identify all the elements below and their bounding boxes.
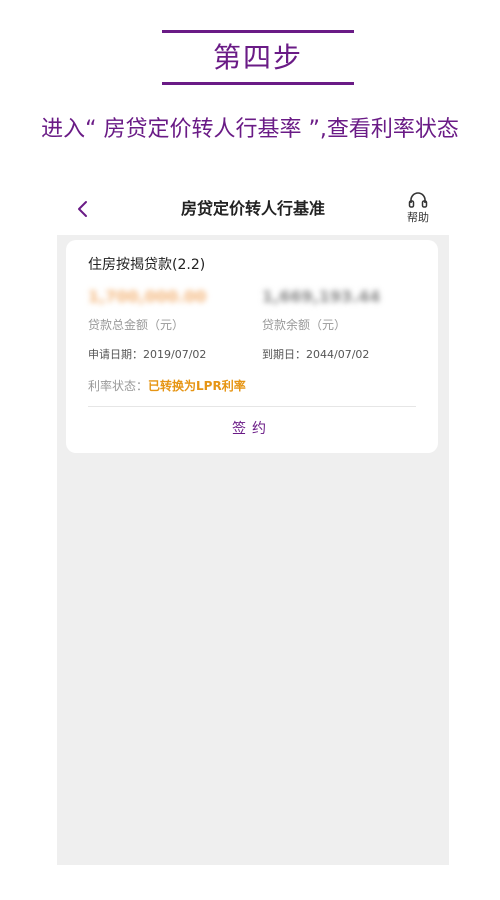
help-label: 帮助 bbox=[407, 211, 429, 224]
sign-button[interactable]: 签约 bbox=[66, 414, 438, 444]
nav-title: 房贷定价转人行基准 bbox=[180, 199, 325, 218]
due-date: 到期日：2044/07/02 bbox=[262, 347, 369, 363]
total-amount-label: 贷款总金额（元） bbox=[88, 318, 185, 332]
headset-icon bbox=[408, 192, 428, 208]
instruction-text: 进入“ 房贷定价转人行基率 ”,查看利率状态 bbox=[41, 117, 459, 142]
step-bottom-rule bbox=[162, 82, 354, 85]
app-screenshot: 房贷定价转人行基准 帮助 住房按揭贷款(2.2) 1,700,000.00 1,… bbox=[57, 183, 449, 865]
apply-date: 申请日期：2019/07/02 bbox=[88, 347, 206, 363]
loan-name: 住房按揭贷款(2.2) bbox=[88, 257, 206, 273]
loan-card[interactable]: 住房按揭贷款(2.2) 1,700,000.00 1,669,193.44 贷款… bbox=[66, 240, 438, 453]
apply-date-value: 2019/07/02 bbox=[143, 348, 207, 361]
balance-amount-label: 贷款余额（元） bbox=[262, 318, 347, 332]
help-button[interactable]: 帮助 bbox=[401, 191, 435, 231]
rate-status-value: 已转换为LPR利率 bbox=[148, 379, 246, 393]
apply-date-label: 申请日期： bbox=[88, 348, 143, 361]
step-top-rule bbox=[162, 30, 354, 33]
card-divider bbox=[88, 406, 416, 407]
rate-status-label: 利率状态： bbox=[88, 379, 149, 393]
total-amount-value: 1,700,000.00 bbox=[88, 287, 207, 306]
due-date-value: 2044/07/02 bbox=[306, 348, 370, 361]
step-title: 第四步 bbox=[212, 41, 303, 74]
rate-status: 利率状态：已转换为LPR利率 bbox=[88, 377, 246, 395]
due-date-label: 到期日： bbox=[262, 348, 306, 361]
nav-bar: 房贷定价转人行基准 帮助 bbox=[57, 183, 449, 235]
tutorial-page: 第四步 进入“ 房贷定价转人行基率 ”,查看利率状态 房贷定价转人行基准 帮助 … bbox=[0, 0, 500, 900]
balance-amount-value: 1,669,193.44 bbox=[262, 287, 381, 306]
